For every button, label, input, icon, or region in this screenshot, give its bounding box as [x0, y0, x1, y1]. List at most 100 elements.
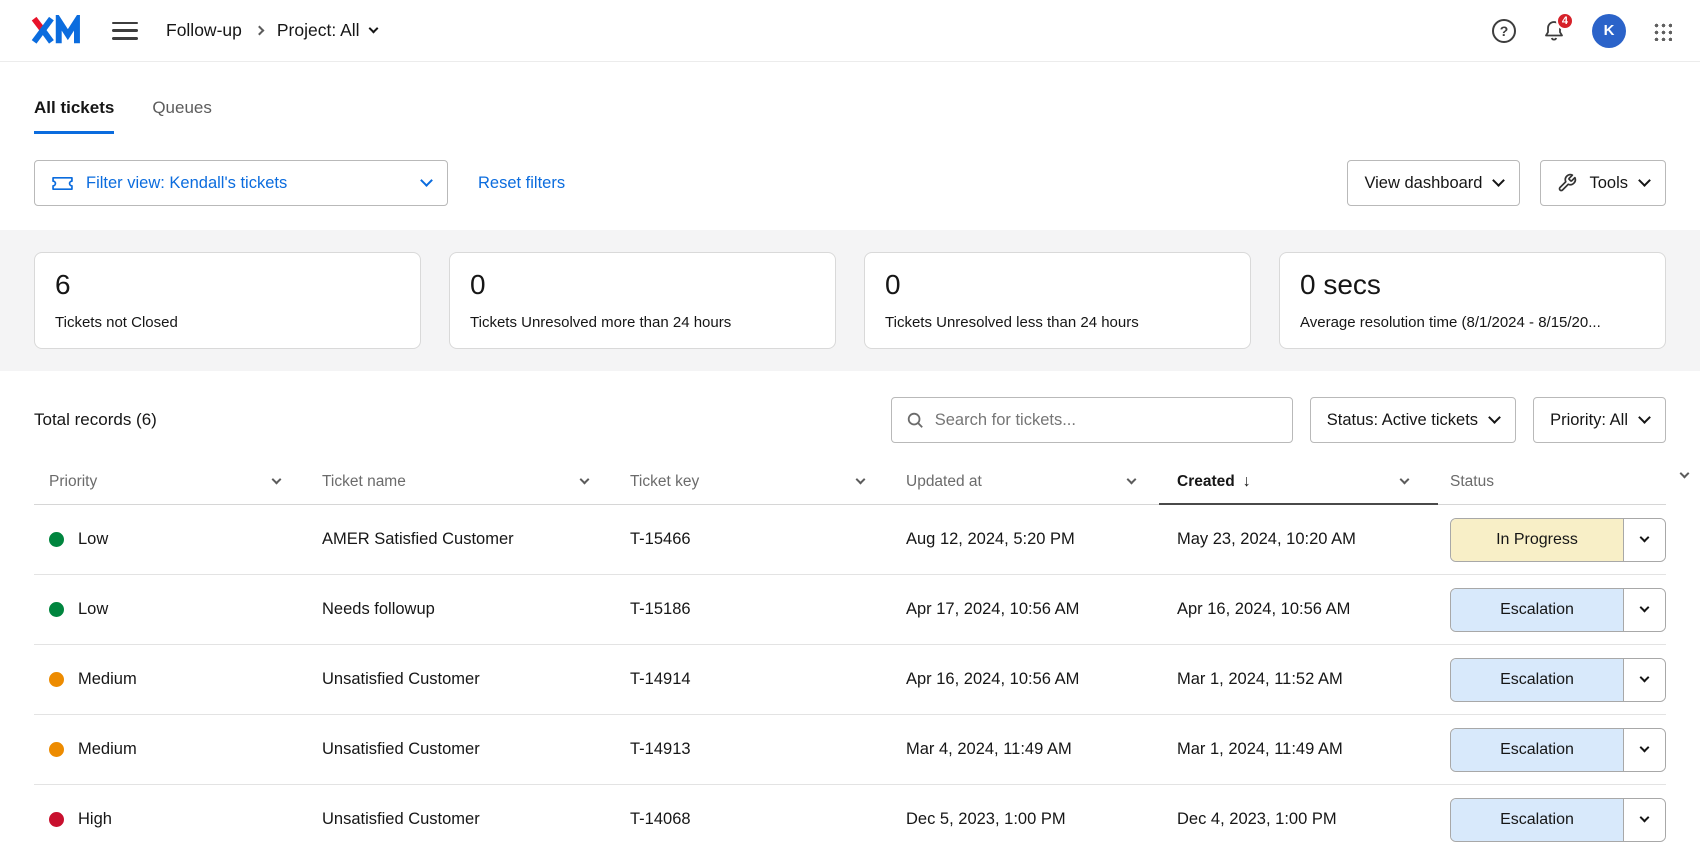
- stat-value: 0: [470, 268, 815, 301]
- chevron-down-icon: [1640, 672, 1650, 682]
- stat-label: Average resolution time (8/1/2024 - 8/15…: [1300, 314, 1645, 331]
- priority-dot: [49, 742, 64, 757]
- stat-label: Tickets Unresolved more than 24 hours: [470, 314, 815, 331]
- table-row[interactable]: Medium Unsatisfied Customer T-14914 Apr …: [34, 645, 1666, 715]
- records-bar: Total records (6) Status: Active tickets…: [34, 397, 1666, 443]
- table-row[interactable]: Low AMER Satisfied Customer T-15466 Aug …: [34, 505, 1666, 575]
- chevron-down-icon: [1640, 532, 1650, 542]
- stat-value: 6: [55, 268, 400, 301]
- hamburger-menu-icon[interactable]: [112, 22, 138, 40]
- table-row[interactable]: Medium Unsatisfied Customer T-14913 Mar …: [34, 715, 1666, 785]
- created-at: Apr 16, 2024, 10:56 AM: [1177, 600, 1450, 619]
- chevron-down-icon[interactable]: [856, 474, 866, 484]
- ticket-key: T-15466: [630, 530, 906, 549]
- priority-label: Medium: [78, 740, 137, 759]
- filter-view-label: Filter view: Kendall's tickets: [86, 174, 287, 193]
- reset-filters-link[interactable]: Reset filters: [478, 174, 565, 193]
- status-chevron[interactable]: [1623, 729, 1665, 771]
- status-badge[interactable]: Escalation: [1451, 799, 1623, 841]
- created-at: Dec 4, 2023, 1:00 PM: [1177, 810, 1450, 829]
- stat-card-avg-resolution: 0 secs Average resolution time (8/1/2024…: [1279, 252, 1666, 349]
- chevron-down-icon: [1640, 602, 1650, 612]
- total-records-label: Total records (6): [34, 410, 157, 430]
- ticket-key: T-14068: [630, 810, 906, 829]
- view-dashboard-button[interactable]: View dashboard: [1347, 160, 1520, 206]
- project-dropdown-label: Project: All: [277, 20, 360, 41]
- breadcrumb-section[interactable]: Follow-up: [166, 20, 242, 41]
- xm-logo: [30, 15, 82, 46]
- chevron-down-icon: [1493, 174, 1506, 187]
- column-header-status[interactable]: Status: [1450, 459, 1666, 504]
- status-chevron[interactable]: [1623, 519, 1665, 561]
- column-menu-chevron[interactable]: [1680, 469, 1690, 479]
- breadcrumb: Follow-up Project: All: [166, 20, 377, 41]
- notifications-button[interactable]: 4: [1542, 19, 1566, 43]
- chevron-down-icon[interactable]: [1400, 474, 1410, 484]
- chevron-down-icon[interactable]: [272, 474, 282, 484]
- status-dropdown[interactable]: Escalation: [1450, 798, 1666, 842]
- filter-view-dropdown[interactable]: Filter view: Kendall's tickets: [34, 160, 448, 206]
- stat-label: Tickets Unresolved less than 24 hours: [885, 314, 1230, 331]
- priority-label: Medium: [78, 670, 137, 689]
- status-badge[interactable]: Escalation: [1451, 729, 1623, 771]
- chevron-down-icon: [1488, 411, 1501, 424]
- tab-queues[interactable]: Queues: [152, 98, 212, 134]
- created-at: Mar 1, 2024, 11:52 AM: [1177, 670, 1450, 689]
- chevron-down-icon[interactable]: [580, 474, 590, 484]
- status-dropdown[interactable]: Escalation: [1450, 588, 1666, 632]
- column-label: Updated at: [906, 473, 982, 491]
- stat-value: 0 secs: [1300, 268, 1645, 301]
- table-header-row: Priority Ticket name Ticket key Updated …: [34, 459, 1666, 505]
- table-row[interactable]: Low Needs followup T-15186 Apr 17, 2024,…: [34, 575, 1666, 645]
- chevron-down-icon: [368, 23, 378, 33]
- column-header-priority[interactable]: Priority: [34, 459, 322, 504]
- question-icon: ?: [1492, 19, 1516, 43]
- status-badge[interactable]: In Progress: [1451, 519, 1623, 561]
- chevron-down-icon: [1638, 411, 1651, 424]
- search-input[interactable]: [935, 411, 1278, 430]
- updated-at: Mar 4, 2024, 11:49 AM: [906, 740, 1177, 759]
- priority-dot: [49, 602, 64, 617]
- tab-all-tickets[interactable]: All tickets: [34, 98, 114, 134]
- filter-bar: Filter view: Kendall's tickets Reset fil…: [34, 160, 1666, 206]
- project-dropdown[interactable]: Project: All: [277, 20, 377, 41]
- avatar[interactable]: K: [1592, 14, 1626, 48]
- stat-card-unresolved-more-24h: 0 Tickets Unresolved more than 24 hours: [449, 252, 836, 349]
- ticket-name: Unsatisfied Customer: [322, 740, 630, 759]
- chevron-down-icon[interactable]: [1127, 474, 1137, 484]
- status-dropdown[interactable]: Escalation: [1450, 728, 1666, 772]
- status-dropdown[interactable]: In Progress: [1450, 518, 1666, 562]
- ticket-key: T-15186: [630, 600, 906, 619]
- column-header-ticket-name[interactable]: Ticket name: [322, 459, 630, 504]
- stat-card-unresolved-less-24h: 0 Tickets Unresolved less than 24 hours: [864, 252, 1251, 349]
- apps-grid-icon[interactable]: [1652, 21, 1672, 41]
- ticket-icon: [51, 175, 74, 192]
- help-button[interactable]: ?: [1492, 19, 1516, 43]
- column-header-updated-at[interactable]: Updated at: [906, 459, 1177, 504]
- ticket-key: T-14913: [630, 740, 906, 759]
- tools-button[interactable]: Tools: [1540, 160, 1666, 206]
- updated-at: Aug 12, 2024, 5:20 PM: [906, 530, 1177, 549]
- tickets-table: Priority Ticket name Ticket key Updated …: [0, 459, 1700, 850]
- status-badge[interactable]: Escalation: [1451, 659, 1623, 701]
- status-filter-dropdown[interactable]: Status: Active tickets: [1310, 397, 1516, 443]
- chevron-down-icon: [1638, 174, 1651, 187]
- priority-dot: [49, 532, 64, 547]
- priority-label: High: [78, 810, 112, 829]
- priority-dot: [49, 672, 64, 687]
- column-label: Status: [1450, 473, 1494, 491]
- status-badge[interactable]: Escalation: [1451, 589, 1623, 631]
- status-chevron[interactable]: [1623, 799, 1665, 841]
- chevron-down-icon: [1640, 812, 1650, 822]
- status-chevron[interactable]: [1623, 589, 1665, 631]
- priority-filter-dropdown[interactable]: Priority: All: [1533, 397, 1666, 443]
- status-chevron[interactable]: [1623, 659, 1665, 701]
- column-header-created[interactable]: Created ↓: [1177, 459, 1450, 504]
- ticket-name: Unsatisfied Customer: [322, 810, 630, 829]
- table-row[interactable]: High Unsatisfied Customer T-14068 Dec 5,…: [34, 785, 1666, 850]
- column-header-ticket-key[interactable]: Ticket key: [630, 459, 906, 504]
- status-dropdown[interactable]: Escalation: [1450, 658, 1666, 702]
- chevron-right-icon: [254, 26, 264, 36]
- ticket-key: T-14914: [630, 670, 906, 689]
- ticket-name: Needs followup: [322, 600, 630, 619]
